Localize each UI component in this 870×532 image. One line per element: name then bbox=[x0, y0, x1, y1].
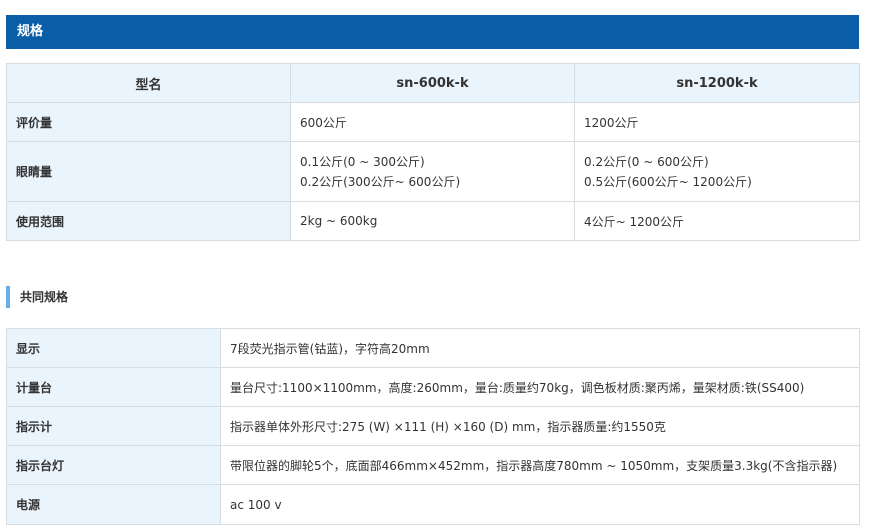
cell-line: 0.5公斤(600公斤~ 1200公斤) bbox=[584, 174, 752, 189]
table-cell: 0.1公斤(0 ~ 300公斤) 0.2公斤(300公斤~ 600公斤) bbox=[290, 141, 575, 202]
column-header-sn-600k-k: sn-600k-k bbox=[290, 63, 575, 103]
cell-line: 0.2公斤(300公斤~ 600公斤) bbox=[300, 174, 461, 189]
table-row: 指示计 指示器单体外形尺寸:275 (W) ×111 (H) ×160 (D) … bbox=[6, 406, 860, 446]
row-label: 显示 bbox=[6, 328, 221, 368]
cell-line: 0.2公斤(0 ~ 600公斤) bbox=[584, 154, 709, 169]
spec-header-title: 规格 bbox=[17, 24, 44, 39]
table-row: 使用范围 2kg ~ 600kg 4公斤~ 1200公斤 bbox=[6, 201, 860, 241]
table-row: 计量台 量台尺寸:1100×1100mm，高度:260mm，量台:质量约70kg… bbox=[6, 367, 860, 407]
spec-header-bar: 规格 bbox=[6, 15, 859, 49]
section-title-text: 共同规格 bbox=[20, 290, 69, 304]
table-cell: 带限位器的脚轮5个，底面部466mm×452mm，指示器高度780mm ~ 10… bbox=[220, 445, 860, 485]
table-row: 电源 ac 100 v bbox=[6, 484, 860, 525]
row-label: 评价量 bbox=[6, 102, 291, 142]
table-cell: 4公斤~ 1200公斤 bbox=[574, 201, 860, 241]
table-row: 眼睛量 0.1公斤(0 ~ 300公斤) 0.2公斤(300公斤~ 600公斤)… bbox=[6, 141, 860, 202]
table-row: 显示 7段荧光指示管(钴蓝)，字符高20mm bbox=[6, 328, 860, 368]
table-cell: ac 100 v bbox=[220, 484, 860, 525]
table-header-row: 型名 sn-600k-k sn-1200k-k bbox=[6, 63, 860, 103]
table-row: 评价量 600公斤 1200公斤 bbox=[6, 102, 860, 142]
table-cell: 600公斤 bbox=[290, 102, 575, 142]
row-label: 指示计 bbox=[6, 406, 221, 446]
table-cell: 1200公斤 bbox=[574, 102, 860, 142]
row-label: 计量台 bbox=[6, 367, 221, 407]
table-cell: 指示器单体外形尺寸:275 (W) ×111 (H) ×160 (D) mm，指… bbox=[220, 406, 860, 446]
row-label: 指示台灯 bbox=[6, 445, 221, 485]
common-spec-section-title: 共同规格 bbox=[6, 286, 68, 308]
table-cell: 量台尺寸:1100×1100mm，高度:260mm，量台:质量约70kg，调色板… bbox=[220, 367, 860, 407]
column-header-sn-1200k-k: sn-1200k-k bbox=[574, 63, 860, 103]
table-cell: 0.2公斤(0 ~ 600公斤) 0.5公斤(600公斤~ 1200公斤) bbox=[574, 141, 860, 202]
model-spec-table: 型名 sn-600k-k sn-1200k-k 评价量 600公斤 1200公斤… bbox=[6, 63, 860, 241]
table-row: 指示台灯 带限位器的脚轮5个，底面部466mm×452mm，指示器高度780mm… bbox=[6, 445, 860, 485]
row-label: 眼睛量 bbox=[6, 141, 291, 202]
common-spec-table: 显示 7段荧光指示管(钴蓝)，字符高20mm 计量台 量台尺寸:1100×110… bbox=[6, 328, 860, 525]
row-label: 使用范围 bbox=[6, 201, 291, 241]
column-header-model: 型名 bbox=[6, 63, 291, 103]
row-label: 电源 bbox=[6, 484, 221, 525]
table-cell: 2kg ~ 600kg bbox=[290, 201, 575, 241]
table-cell: 7段荧光指示管(钴蓝)，字符高20mm bbox=[220, 328, 860, 368]
cell-line: 0.1公斤(0 ~ 300公斤) bbox=[300, 154, 425, 169]
